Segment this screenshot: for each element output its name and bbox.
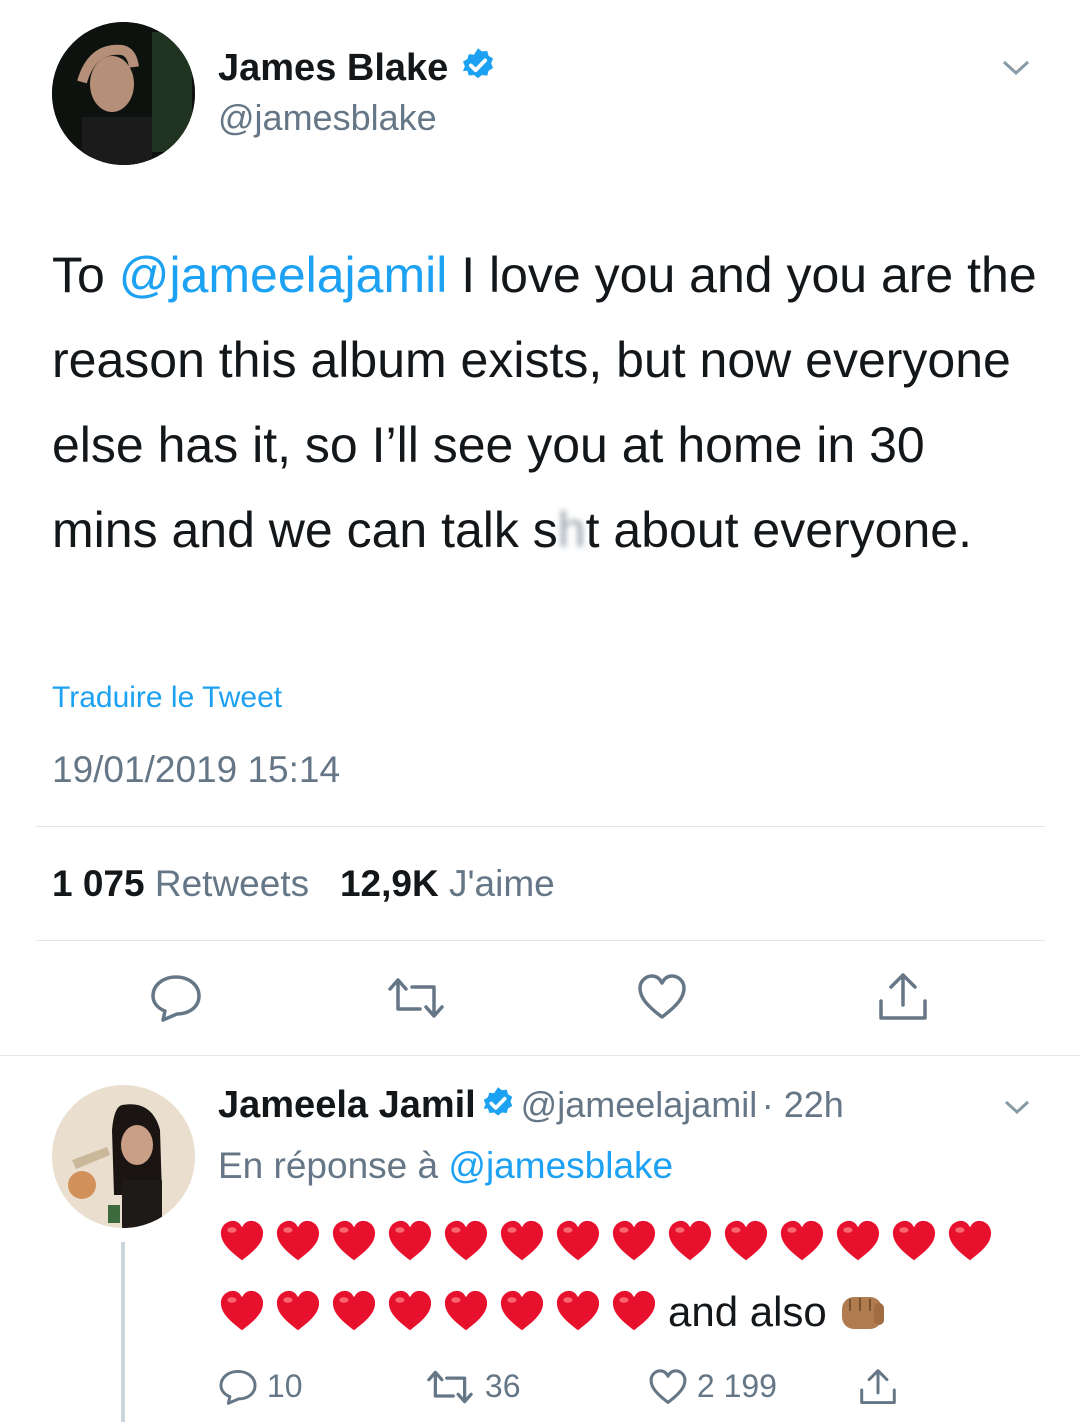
reply-retweet-button[interactable]: 36 <box>424 1366 520 1406</box>
divider <box>36 826 1045 827</box>
likes-label: J'aime <box>448 863 555 904</box>
tweet-text: To @jameelajamil I love you and you are … <box>52 233 1042 573</box>
thread-line <box>121 1242 125 1422</box>
author-handle[interactable]: @jamesblake <box>218 96 437 140</box>
reply-hearts-row: and also <box>218 1283 888 1335</box>
red-heart-emoji <box>386 1214 442 1261</box>
verified-badge-icon <box>459 46 497 94</box>
like-count: 2 199 <box>696 1368 777 1405</box>
red-heart-emoji <box>722 1214 778 1261</box>
tweet-timestamp[interactable]: 19/01/2019 15:14 <box>52 748 340 792</box>
reply-icon <box>219 1369 257 1405</box>
fist-bump-emoji <box>838 1284 888 1331</box>
retweet-count: 36 <box>484 1368 521 1405</box>
divider <box>0 1055 1080 1056</box>
share-icon <box>860 1368 896 1404</box>
red-heart-emoji <box>778 1214 834 1261</box>
likes-stat[interactable]: 12,9K J'aime <box>340 863 555 904</box>
retweet-icon[interactable] <box>384 975 448 1021</box>
red-heart-emoji <box>610 1214 666 1261</box>
red-heart-emoji <box>274 1284 330 1331</box>
divider <box>36 940 1045 941</box>
in-reply-to: En réponse à @jamesblake <box>218 1143 673 1189</box>
like-icon <box>649 1368 687 1404</box>
retweets-stat[interactable]: 1 075 Retweets <box>52 863 319 904</box>
censored-text: h <box>557 502 586 558</box>
mention-link[interactable]: @jameelajamil <box>119 247 448 303</box>
red-heart-emoji <box>218 1284 274 1331</box>
reply-author-avatar[interactable] <box>52 1085 195 1228</box>
reply-author-handle[interactable]: @jameelajamil <box>521 1084 758 1125</box>
reply-count: 10 <box>266 1368 303 1405</box>
author-name-text: James Blake <box>218 47 449 90</box>
red-heart-emoji <box>554 1214 610 1261</box>
red-heart-emoji <box>554 1284 610 1331</box>
red-heart-emoji <box>498 1284 554 1331</box>
red-heart-emoji <box>274 1214 330 1261</box>
red-heart-emoji <box>610 1284 666 1331</box>
reply-hearts-row <box>218 1214 1002 1264</box>
tweet-text-part: t about everyone. <box>585 502 972 558</box>
reply-reply-button[interactable]: 10 <box>218 1366 302 1407</box>
red-heart-emoji <box>386 1284 442 1331</box>
likes-count: 12,9K <box>339 863 439 904</box>
chevron-down-icon[interactable] <box>1000 56 1032 80</box>
reply-time[interactable]: · 22h <box>762 1084 844 1125</box>
red-heart-emoji <box>330 1214 386 1261</box>
red-heart-emoji <box>218 1214 274 1261</box>
reply-like-button[interactable]: 2 199 <box>648 1366 777 1406</box>
in-reply-prefix: En réponse à <box>218 1145 439 1186</box>
chevron-down-icon[interactable] <box>1002 1096 1032 1118</box>
red-heart-emoji <box>442 1284 498 1331</box>
red-heart-emoji <box>666 1214 722 1261</box>
reply-header: Jameela Jamil @jameelajamil · 22h <box>218 1082 844 1128</box>
retweet-icon <box>427 1370 473 1403</box>
red-heart-emoji <box>834 1214 890 1261</box>
reply-share-button[interactable] <box>858 1366 898 1407</box>
retweets-count: 1 075 <box>52 863 145 904</box>
like-icon[interactable] <box>636 973 688 1021</box>
retweets-label: Retweets <box>154 863 310 904</box>
reply-actions: 10 36 2 199 <box>218 1366 918 1410</box>
tweet-text-part: To <box>52 247 119 303</box>
red-heart-emoji <box>498 1214 554 1261</box>
reply-icon[interactable] <box>149 973 203 1023</box>
author-name[interactable]: James Blake <box>218 46 497 90</box>
red-heart-emoji <box>442 1214 498 1261</box>
verified-badge-icon <box>480 1085 516 1140</box>
author-avatar[interactable] <box>52 22 195 165</box>
in-reply-handle-link[interactable]: @jamesblake <box>448 1145 673 1186</box>
share-icon[interactable] <box>876 971 930 1023</box>
tweet-stats: 1 075 Retweets 12,9K J'aime <box>52 862 555 906</box>
red-heart-emoji <box>330 1284 386 1331</box>
red-heart-emoji <box>946 1214 1002 1261</box>
translate-tweet-link[interactable]: Traduire le Tweet <box>52 678 282 718</box>
red-heart-emoji <box>890 1214 946 1261</box>
reply-author-name[interactable]: Jameela Jamil <box>218 1084 476 1126</box>
reply-tail-text: and also <box>668 1287 839 1335</box>
